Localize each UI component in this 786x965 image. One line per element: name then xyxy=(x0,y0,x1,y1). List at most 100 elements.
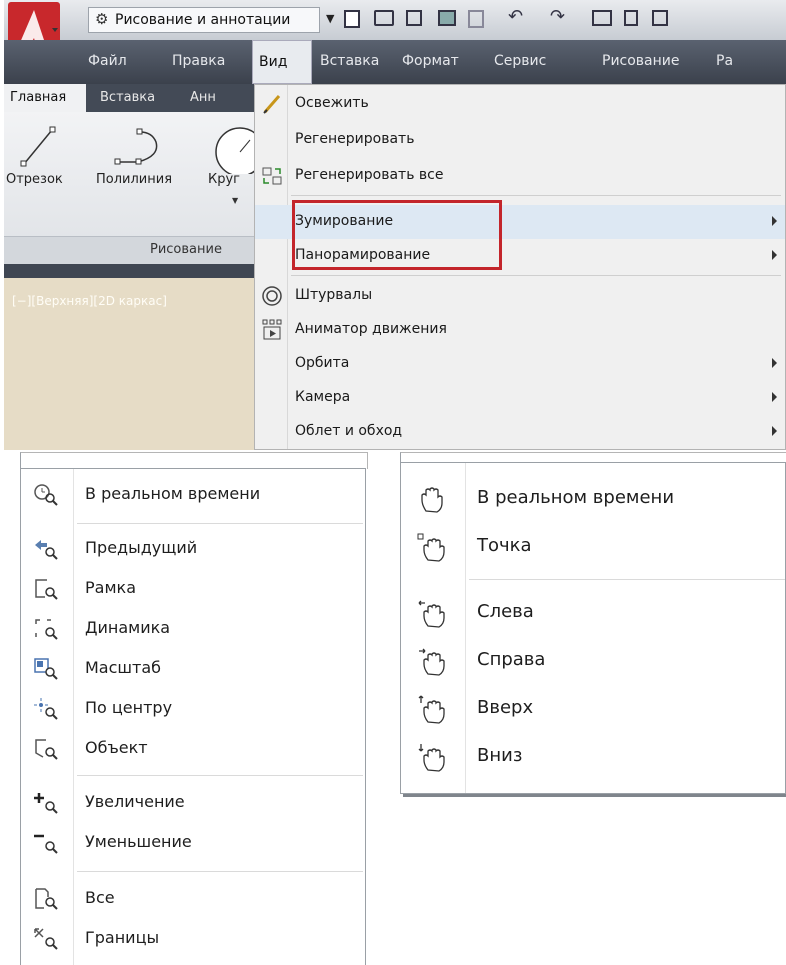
pan-item-point[interactable]: Точка xyxy=(401,525,785,571)
redo-icon[interactable]: ↷ xyxy=(550,6,565,27)
menu-item-label: Предыдущий xyxy=(85,538,198,557)
pan-left-icon xyxy=(418,600,445,628)
menu-item-orbit[interactable]: Орбита xyxy=(255,347,785,381)
file-tabs-strip xyxy=(4,264,264,278)
menu-more[interactable]: Ра xyxy=(716,53,733,69)
open-icon[interactable] xyxy=(374,10,394,26)
menu-item-label: Вниз xyxy=(477,745,523,766)
menu-item-steering-wheels[interactable]: Штурвалы xyxy=(255,279,785,313)
submenu-arrow-icon xyxy=(772,358,777,368)
menu-bar: Файл Правка Вид Вставка Формат Сервис Ри… xyxy=(4,40,786,84)
zoom-item-realtime[interactable]: В реальном времени xyxy=(21,475,365,515)
menu-item-regen-all[interactable]: Регенерировать все xyxy=(255,159,785,193)
menu-item-label: По центру xyxy=(85,698,173,717)
zoom-item-dynamic[interactable]: Динамика xyxy=(21,609,365,649)
tab-annotate[interactable]: Анн xyxy=(190,90,216,105)
zoom-object-icon xyxy=(35,739,58,760)
zoom-item-out[interactable]: Уменьшение xyxy=(21,823,365,863)
menu-draw[interactable]: Рисование xyxy=(602,53,680,69)
menu-item-motion-animator[interactable]: Аниматор движения xyxy=(255,313,785,347)
tool-polyline-label[interactable]: Полилиния xyxy=(96,172,172,187)
save-icon[interactable] xyxy=(406,10,422,26)
chevron-down-icon[interactable]: ▼ xyxy=(326,12,334,25)
pan-item-down[interactable]: Вниз xyxy=(401,735,785,781)
print-icon[interactable] xyxy=(592,10,612,26)
menu-tools[interactable]: Сервис xyxy=(494,53,546,69)
pan-submenu: В реальном времени Точка Слева Справа Вв… xyxy=(400,462,786,794)
menu-item-label: Камера xyxy=(295,389,351,405)
zoom-item-object[interactable]: Объект xyxy=(21,729,365,769)
zoom-realtime-icon xyxy=(34,484,58,506)
menu-separator xyxy=(77,775,363,776)
menu-item-label: Аниматор движения xyxy=(295,321,447,337)
menu-item-walk-fly[interactable]: Облет и обход xyxy=(255,415,785,449)
quick-access-toolbar: ↶ ↷ xyxy=(344,6,786,32)
pan-item-right[interactable]: Справа xyxy=(401,639,785,685)
menu-item-label: Справа xyxy=(477,649,546,670)
menu-item-label: Орбита xyxy=(295,355,350,371)
menu-item-label: Вверх xyxy=(477,697,534,718)
submenu-arrow-icon xyxy=(772,392,777,402)
viewport-label[interactable]: [−][Верхняя][2D каркас] xyxy=(12,294,167,308)
plot-icon[interactable] xyxy=(468,10,484,28)
menu-item-label: Объект xyxy=(85,738,148,757)
zoom-item-scale[interactable]: Масштаб xyxy=(21,649,365,689)
drawing-viewport[interactable]: [−][Верхняя][2D каркас] xyxy=(4,278,264,450)
gear-icon: ⚙ xyxy=(95,10,109,28)
preview-icon[interactable] xyxy=(652,10,668,26)
menu-item-camera[interactable]: Камера xyxy=(255,381,785,415)
panel-footer: Рисование xyxy=(4,236,264,265)
menu-separator xyxy=(77,523,363,524)
ribbon-tabs: Главная Вставка Анн xyxy=(4,84,264,112)
tool-line-label[interactable]: Отрезок xyxy=(6,172,63,187)
pan-up-icon xyxy=(418,695,445,724)
zoom-item-center[interactable]: По центру xyxy=(21,689,365,729)
zoom-item-window[interactable]: Рамка xyxy=(21,569,365,609)
menu-separator xyxy=(291,195,781,196)
menu-file[interactable]: Файл xyxy=(88,53,127,69)
tab-insert[interactable]: Вставка xyxy=(100,90,155,105)
zoom-previous-icon xyxy=(35,540,58,560)
zoom-item-all[interactable]: Все xyxy=(21,879,365,919)
highlight-box xyxy=(292,200,502,270)
panel-title: Рисование xyxy=(150,242,222,257)
pan-right-icon xyxy=(419,648,445,676)
menu-separator xyxy=(291,275,781,276)
zoom-all-icon xyxy=(35,888,58,910)
zoom-item-extents[interactable]: Границы xyxy=(21,919,365,959)
tool-circle-label[interactable]: Круг xyxy=(208,172,240,187)
steering-wheel-icon xyxy=(262,286,282,306)
menu-format[interactable]: Формат xyxy=(402,53,459,69)
line-tool-icon[interactable] xyxy=(20,124,58,168)
polyline-tool-icon[interactable] xyxy=(114,126,168,168)
menu-view-active: Вид xyxy=(252,40,312,84)
pan-down-icon xyxy=(418,744,445,772)
regen-all-icon xyxy=(262,167,282,185)
save-as-icon[interactable] xyxy=(438,10,456,26)
pan-item-realtime[interactable]: В реальном времени xyxy=(401,477,785,523)
new-icon[interactable] xyxy=(344,10,360,28)
submenu-arrow-icon xyxy=(772,426,777,436)
menu-item-label: Облет и обход xyxy=(295,423,403,439)
publish-icon[interactable] xyxy=(624,10,638,26)
zoom-dynamic-icon xyxy=(35,619,58,640)
submenu-arrow-icon xyxy=(772,250,777,260)
chevron-down-icon[interactable]: ▼ xyxy=(232,196,238,205)
menu-item-label: Динамика xyxy=(85,618,171,637)
workspace-selector[interactable]: ⚙ Рисование и аннотации xyxy=(88,7,320,33)
menu-edit[interactable]: Правка xyxy=(172,53,225,69)
menu-insert[interactable]: Вставка xyxy=(320,53,379,69)
pan-item-left[interactable]: Слева xyxy=(401,591,785,637)
pencil-icon xyxy=(263,95,281,114)
zoom-item-in[interactable]: Увеличение xyxy=(21,783,365,823)
zoom-item-previous[interactable]: Предыдущий xyxy=(21,529,365,569)
menu-item-regen[interactable]: Регенерировать xyxy=(255,123,785,157)
menu-item-label: Точка xyxy=(477,535,532,556)
menu-item-label: Масштаб xyxy=(85,658,162,677)
menu-item-label: В реальном времени xyxy=(85,484,261,503)
zoom-out-icon xyxy=(34,834,58,854)
pan-item-up[interactable]: Вверх xyxy=(401,687,785,733)
workspace-label: Рисование и аннотации xyxy=(115,12,291,28)
menu-item-refresh[interactable]: Освежить xyxy=(255,87,785,121)
undo-icon[interactable]: ↶ xyxy=(508,6,523,27)
